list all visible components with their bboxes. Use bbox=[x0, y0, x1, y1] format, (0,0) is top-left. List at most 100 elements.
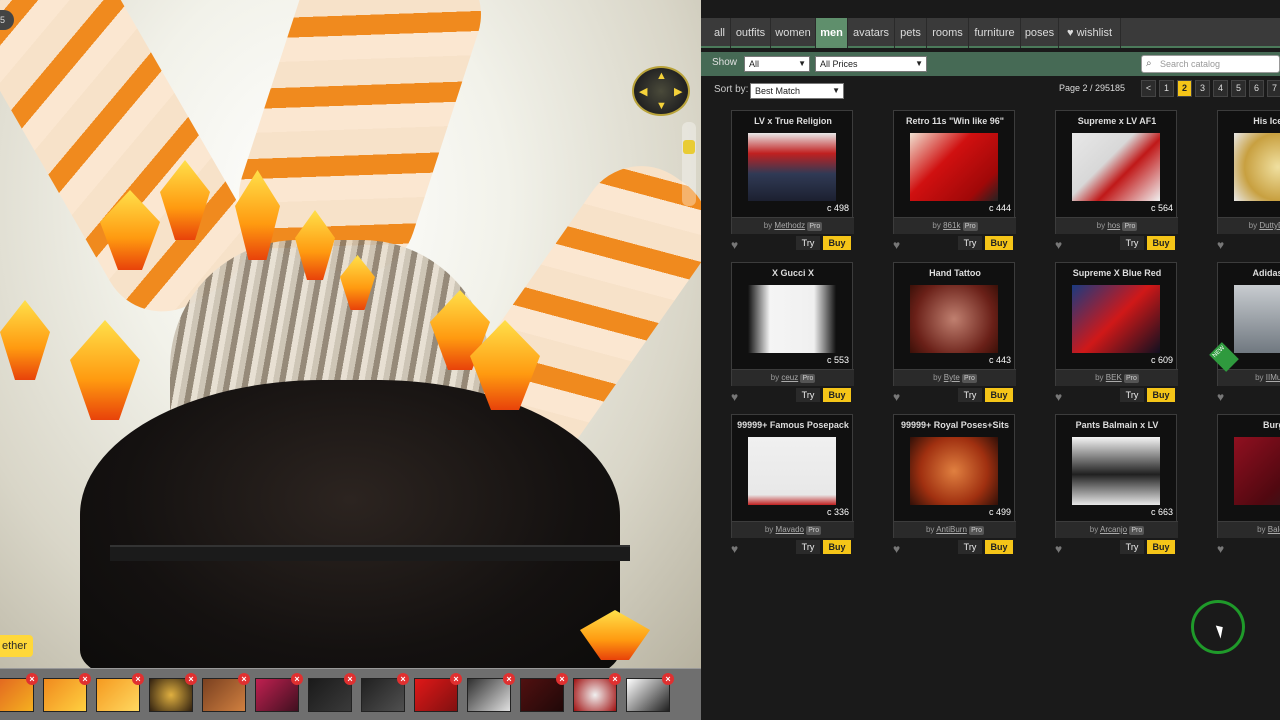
wishlist-heart-icon[interactable]: ♥ bbox=[1055, 390, 1062, 404]
remove-icon[interactable]: × bbox=[450, 673, 462, 685]
creator-link[interactable]: Arcanjo bbox=[1100, 525, 1127, 534]
wishlist-heart-icon[interactable]: ♥ bbox=[1055, 542, 1062, 556]
creator-link[interactable]: AntiBurn bbox=[936, 525, 967, 534]
wishlist-heart-icon[interactable]: ♥ bbox=[1217, 238, 1224, 252]
tray-item[interactable]: × bbox=[255, 673, 303, 712]
product-image[interactable] bbox=[748, 285, 836, 353]
product-image[interactable] bbox=[1234, 285, 1280, 353]
remove-icon[interactable]: × bbox=[26, 673, 38, 685]
tab-women[interactable]: women bbox=[771, 18, 816, 48]
tray-item[interactable]: × bbox=[361, 673, 409, 712]
wishlist-heart-icon[interactable]: ♥ bbox=[731, 238, 738, 252]
creator-link[interactable]: IIMuri bbox=[1266, 373, 1280, 382]
product-image[interactable] bbox=[748, 133, 836, 201]
page-button[interactable]: 3 bbox=[1195, 80, 1210, 97]
creator-link[interactable]: Methodz bbox=[774, 221, 805, 230]
tab-rooms[interactable]: rooms bbox=[927, 18, 969, 48]
remove-icon[interactable]: × bbox=[662, 673, 674, 685]
arrow-left-icon[interactable]: ◀ bbox=[639, 85, 647, 98]
tray-item[interactable]: × bbox=[626, 673, 674, 712]
creator-link[interactable]: ceuz bbox=[781, 373, 798, 382]
product-card[interactable]: LV x True Religion c 498 by Methodz Pro ♥ Tr… bbox=[731, 110, 854, 260]
try-button[interactable]: Try bbox=[796, 540, 820, 554]
product-frame[interactable]: Supreme X Blue Red c 609 by BEK Pro bbox=[1055, 262, 1178, 386]
try-button[interactable]: Try bbox=[796, 388, 820, 402]
tab-wishlist[interactable]: ♥ wishlist bbox=[1059, 18, 1121, 48]
wishlist-heart-icon[interactable]: ♥ bbox=[893, 390, 900, 404]
sort-select[interactable]: Best Match ▼ bbox=[750, 83, 844, 99]
product-frame[interactable]: Burgun by Balo Pro bbox=[1217, 414, 1280, 538]
page-button[interactable]: 7 bbox=[1267, 80, 1280, 97]
product-frame[interactable]: 99999+ Famous Posepack c 336 by Mavado Pro bbox=[731, 414, 854, 538]
try-button[interactable]: Try bbox=[796, 236, 820, 250]
chat-tag[interactable]: ether bbox=[0, 635, 33, 657]
wishlist-heart-icon[interactable]: ♥ bbox=[1217, 542, 1224, 556]
product-image[interactable] bbox=[910, 437, 998, 505]
tab-avatars[interactable]: avatars bbox=[848, 18, 895, 48]
buy-button[interactable]: Buy bbox=[1147, 388, 1175, 402]
remove-icon[interactable]: × bbox=[344, 673, 356, 685]
page-button[interactable]: 2 bbox=[1177, 80, 1192, 97]
zoom-knob[interactable] bbox=[683, 140, 695, 154]
remove-icon[interactable]: × bbox=[397, 673, 409, 685]
tab-pets[interactable]: pets bbox=[895, 18, 927, 48]
tray-item[interactable]: × bbox=[96, 673, 144, 712]
tab-outfits[interactable]: outfits bbox=[731, 18, 771, 48]
price-select[interactable]: All Prices ▼ bbox=[815, 56, 927, 72]
product-frame[interactable]: 99999+ Royal Poses+Sits c 499 by AntiBurn … bbox=[893, 414, 1016, 538]
page-button[interactable]: 4 bbox=[1213, 80, 1228, 97]
product-image[interactable] bbox=[910, 133, 998, 201]
product-image[interactable] bbox=[1234, 133, 1280, 201]
product-card[interactable]: Supreme X Blue Red c 609 by BEK Pro ♥ Try Buy bbox=[1055, 262, 1178, 412]
product-frame[interactable]: Supreme x LV AF1 c 564 by hos Pro bbox=[1055, 110, 1178, 234]
product-frame[interactable]: Hand Tattoo c 443 by Byte Pro bbox=[893, 262, 1016, 386]
product-card[interactable]: Hand Tattoo c 443 by Byte Pro ♥ Try Buy bbox=[893, 262, 1016, 412]
tray-item[interactable]: × bbox=[202, 673, 250, 712]
remove-icon[interactable]: × bbox=[79, 673, 91, 685]
remove-icon[interactable]: × bbox=[291, 673, 303, 685]
tray-item[interactable]: × bbox=[467, 673, 515, 712]
page-button[interactable]: 6 bbox=[1249, 80, 1264, 97]
page-button[interactable]: 5 bbox=[1231, 80, 1246, 97]
show-select[interactable]: All ▼ bbox=[744, 56, 810, 72]
creator-link[interactable]: BEK bbox=[1106, 373, 1122, 382]
tray-item[interactable]: × bbox=[573, 673, 621, 712]
tab-men[interactable]: men bbox=[816, 18, 848, 48]
creator-link[interactable]: 861k bbox=[943, 221, 960, 230]
search-input[interactable]: ⌕ Search catalog bbox=[1141, 55, 1280, 73]
buy-button[interactable]: Buy bbox=[823, 540, 851, 554]
product-image[interactable] bbox=[910, 285, 998, 353]
product-frame[interactable]: X Gucci X c 553 by ceuz Pro bbox=[731, 262, 854, 386]
product-image[interactable] bbox=[748, 437, 836, 505]
try-button[interactable]: Try bbox=[1120, 388, 1144, 402]
wishlist-heart-icon[interactable]: ♥ bbox=[1217, 390, 1224, 404]
camera-rotate-control[interactable]: ▲ ◀ ▶ ▼ bbox=[632, 66, 690, 116]
tray-item[interactable]: × bbox=[0, 673, 38, 712]
product-card[interactable]: Adidas Sporby IIMuri ProNEW ♥ bbox=[1209, 262, 1280, 412]
page-prev-button[interactable]: < bbox=[1141, 80, 1156, 97]
remove-icon[interactable]: × bbox=[609, 673, 621, 685]
creator-link[interactable]: Balo bbox=[1268, 525, 1280, 534]
try-button[interactable]: Try bbox=[958, 236, 982, 250]
tab-all[interactable]: all bbox=[709, 18, 731, 48]
avatar-3d-view[interactable]: ▲ ◀ ▶ ▼ ether 5 bbox=[0, 0, 701, 668]
tab-furniture[interactable]: furniture bbox=[969, 18, 1021, 48]
product-frame[interactable]: Adidas Sporby IIMuri ProNEW bbox=[1209, 262, 1280, 386]
creator-link[interactable]: hos bbox=[1107, 221, 1120, 230]
arrow-down-icon[interactable]: ▼ bbox=[656, 100, 667, 112]
creator-link[interactable]: DuttyDes bbox=[1259, 221, 1280, 230]
wishlist-heart-icon[interactable]: ♥ bbox=[893, 238, 900, 252]
buy-button[interactable]: Buy bbox=[823, 236, 851, 250]
tray-item[interactable]: × bbox=[308, 673, 356, 712]
remove-icon[interactable]: × bbox=[503, 673, 515, 685]
product-card[interactable]: Pants Balmain x LV c 663 by Arcanjo Pro ♥ Tr… bbox=[1055, 414, 1178, 564]
product-card[interactable]: Supreme x LV AF1 c 564 by hos Pro ♥ Try Buy bbox=[1055, 110, 1178, 260]
remove-icon[interactable]: × bbox=[556, 673, 568, 685]
product-frame[interactable]: Pants Balmain x LV c 663 by Arcanjo Pro bbox=[1055, 414, 1178, 538]
creator-link[interactable]: Byte bbox=[944, 373, 960, 382]
product-frame[interactable]: LV x True Religion c 498 by Methodz Pro bbox=[731, 110, 854, 234]
buy-button[interactable]: Buy bbox=[1147, 540, 1175, 554]
buy-button[interactable]: Buy bbox=[985, 236, 1013, 250]
product-frame[interactable]: His Iced Rol by DuttyDes Pro bbox=[1217, 110, 1280, 234]
buy-button[interactable]: Buy bbox=[823, 388, 851, 402]
